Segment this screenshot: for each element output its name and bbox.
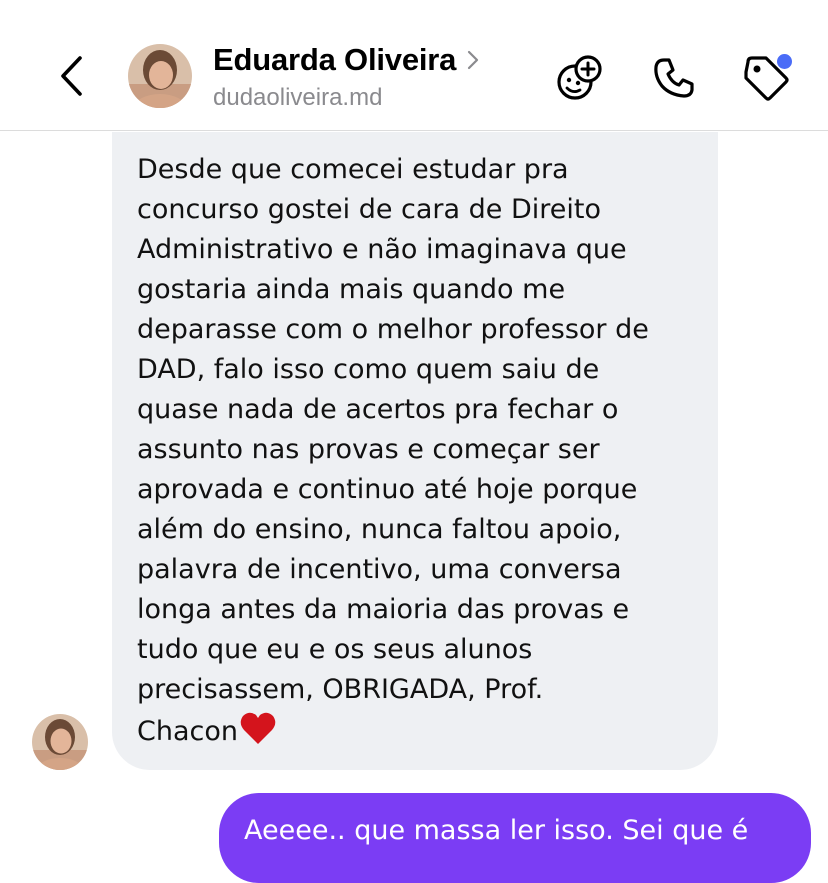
sender-avatar[interactable] bbox=[32, 714, 88, 770]
emoji-plus-icon bbox=[557, 55, 602, 100]
chevron-left-icon bbox=[61, 56, 82, 96]
contact-name: Eduarda Oliveira bbox=[213, 42, 457, 77]
red-heart-icon bbox=[239, 710, 277, 758]
back-button[interactable] bbox=[52, 52, 92, 100]
effects-button[interactable] bbox=[554, 52, 606, 104]
call-button[interactable] bbox=[648, 52, 700, 104]
notification-dot bbox=[777, 54, 792, 69]
contact-username: dudaoliveira.md bbox=[213, 84, 383, 111]
chat-header: Eduarda Oliveira dudaoliveira.md bbox=[0, 0, 828, 131]
incoming-message-text: Desde que comecei estudar pra concurso g… bbox=[137, 150, 697, 758]
contact-name-link[interactable]: Eduarda Oliveira bbox=[213, 42, 480, 78]
contact-avatar[interactable] bbox=[128, 44, 192, 108]
chevron-right-icon bbox=[466, 49, 480, 71]
phone-icon bbox=[654, 58, 694, 98]
outgoing-message-text: Aeeee.. que massa ler isso. Sei que é bbox=[244, 815, 749, 846]
outgoing-message-bubble[interactable]: Aeeee.. que massa ler isso. Sei que é bbox=[219, 793, 811, 883]
message-text-content: Desde que comecei estudar pra concurso g… bbox=[137, 154, 649, 747]
